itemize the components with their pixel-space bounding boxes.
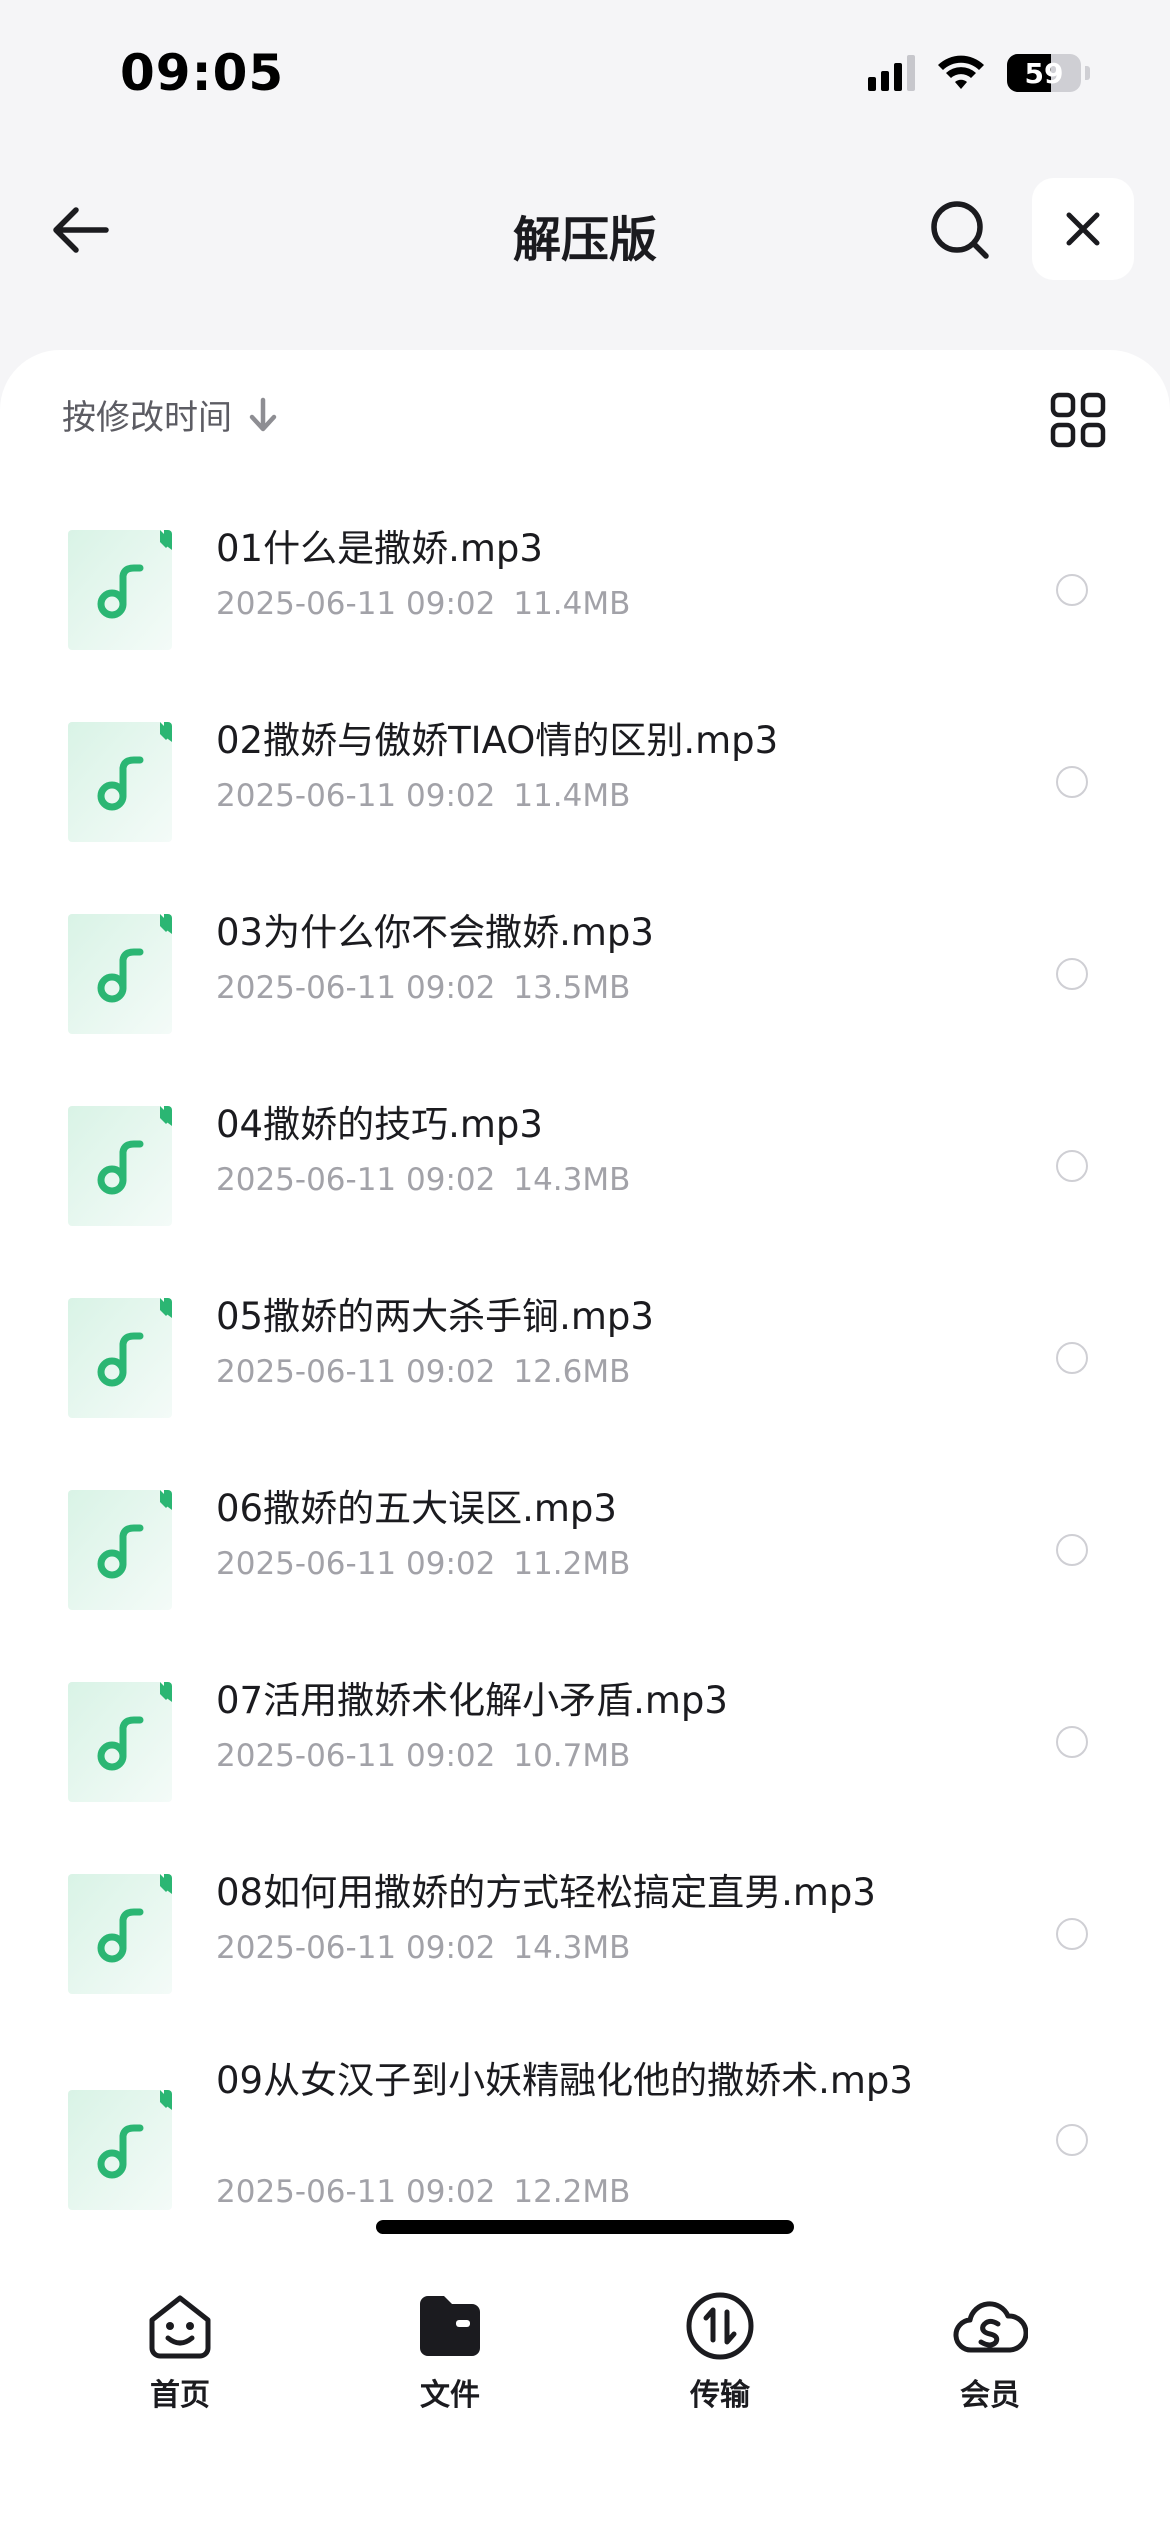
- search-button[interactable]: [920, 190, 1000, 270]
- file-meta: 2025-06-11 09:02 14.3MB: [216, 1162, 630, 1198]
- nav-home[interactable]: 首页: [105, 2290, 255, 2420]
- nav-vip-label: 会员: [960, 2378, 1020, 2413]
- folder-icon: [420, 2296, 480, 2356]
- sort-label: 按修改时间: [62, 398, 232, 438]
- nav-transfer[interactable]: 传输: [645, 2290, 795, 2420]
- battery-level: 59: [1024, 56, 1064, 90]
- file-size: 10.7MB: [513, 1738, 631, 1774]
- file-row[interactable]: 06撒娇的五大误区.mp3 2025-06-11 09:02 11.2MB: [0, 1452, 1170, 1642]
- file-date: 2025-06-11 09:02: [216, 1930, 496, 1966]
- file-size: 11.2MB: [513, 1546, 631, 1582]
- bottom-nav: 首页 文件 传输 会员: [0, 2270, 1170, 2532]
- file-name: 09从女汉子到小妖精融化他的撒娇术.mp3: [216, 2059, 913, 2102]
- cellular-signal-icon: [868, 55, 915, 91]
- status-bar: 09:05 59: [0, 0, 1170, 150]
- select-checkbox[interactable]: [1056, 766, 1088, 798]
- file-date: 2025-06-11 09:02: [216, 2174, 496, 2210]
- nav-vip[interactable]: 会员: [915, 2290, 1065, 2420]
- file-name: 02撒娇与傲娇TIAO情的区别.mp3: [216, 719, 779, 762]
- wifi-icon: [938, 55, 984, 89]
- audio-file-icon: [68, 530, 172, 650]
- file-size: 12.2MB: [513, 2174, 631, 2210]
- file-name: 03为什么你不会撒娇.mp3: [216, 911, 654, 954]
- file-meta: 2025-06-11 09:02 14.3MB: [216, 1930, 630, 1966]
- home-smile-icon: [149, 2295, 211, 2359]
- header: 解压版: [0, 170, 1170, 290]
- grid-view-button[interactable]: [1050, 392, 1110, 452]
- select-checkbox[interactable]: [1056, 574, 1088, 606]
- file-meta: 2025-06-11 09:02 11.4MB: [216, 778, 630, 814]
- file-name: 06撒娇的五大误区.mp3: [216, 1487, 617, 1530]
- nav-files-label: 文件: [420, 2378, 480, 2413]
- select-checkbox[interactable]: [1056, 2124, 1088, 2156]
- file-size: 14.3MB: [513, 1162, 631, 1198]
- audio-file-icon: [68, 722, 172, 842]
- grid-view-icon: [1050, 392, 1106, 448]
- file-meta: 2025-06-11 09:02 12.6MB: [216, 1354, 630, 1390]
- nav-transfer-label: 传输: [690, 2378, 750, 2413]
- battery-icon: 59: [1007, 54, 1081, 92]
- file-row[interactable]: 02撒娇与傲娇TIAO情的区别.mp3 2025-06-11 09:02 11.4M…: [0, 684, 1170, 874]
- close-button[interactable]: [1032, 178, 1134, 280]
- select-checkbox[interactable]: [1056, 1918, 1088, 1950]
- battery-tip: [1085, 66, 1090, 80]
- vip-cloud-icon: [953, 2301, 1028, 2353]
- audio-file-icon: [68, 1106, 172, 1226]
- select-checkbox[interactable]: [1056, 1534, 1088, 1566]
- file-list-panel: 按修改时间 01什么是撒娇.mp3 2025-06-11 09:02 11.4MB 0…: [0, 350, 1170, 2532]
- audio-file-icon: [68, 1874, 172, 1994]
- file-name: 01什么是撒娇.mp3: [216, 527, 543, 570]
- file-date: 2025-06-11 09:02: [216, 1354, 496, 1390]
- file-size: 11.4MB: [513, 586, 631, 622]
- file-date: 2025-06-11 09:02: [216, 1738, 496, 1774]
- close-icon: [1066, 212, 1100, 246]
- file-row[interactable]: 01什么是撒娇.mp3 2025-06-11 09:02 11.4MB: [0, 492, 1170, 682]
- select-checkbox[interactable]: [1056, 1150, 1088, 1182]
- file-size: 14.3MB: [513, 1930, 631, 1966]
- nav-files[interactable]: 文件: [375, 2290, 525, 2420]
- file-date: 2025-06-11 09:02: [216, 778, 496, 814]
- file-row[interactable]: 05撒娇的两大杀手锏.mp3 2025-06-11 09:02 12.6MB: [0, 1260, 1170, 1450]
- select-checkbox[interactable]: [1056, 958, 1088, 990]
- file-name: 08如何用撒娇的方式轻松搞定直男.mp3: [216, 1871, 876, 1914]
- file-name: 07活用撒娇术化解小矛盾.mp3: [216, 1679, 728, 1722]
- status-time: 09:05: [120, 44, 285, 102]
- file-date: 2025-06-11 09:02: [216, 970, 496, 1006]
- file-date: 2025-06-11 09:02: [216, 1162, 496, 1198]
- file-size: 12.6MB: [513, 1354, 631, 1390]
- sort-toggle[interactable]: 按修改时间: [62, 390, 278, 439]
- file-row[interactable]: 08如何用撒娇的方式轻松搞定直男.mp3 2025-06-11 09:02 14.3…: [0, 1836, 1170, 2026]
- file-meta: 2025-06-11 09:02 11.2MB: [216, 1546, 630, 1582]
- file-row[interactable]: 04撒娇的技巧.mp3 2025-06-11 09:02 14.3MB: [0, 1068, 1170, 1258]
- file-row[interactable]: 03为什么你不会撒娇.mp3 2025-06-11 09:02 13.5MB: [0, 876, 1170, 1066]
- file-name: 04撒娇的技巧.mp3: [216, 1103, 543, 1146]
- file-name: 05撒娇的两大杀手锏.mp3: [216, 1295, 654, 1338]
- audio-file-icon: [68, 1298, 172, 1418]
- nav-home-label: 首页: [150, 2378, 210, 2413]
- select-checkbox[interactable]: [1056, 1342, 1088, 1374]
- file-meta: 2025-06-11 09:02 11.4MB: [216, 586, 630, 622]
- transfer-icon: [686, 2292, 754, 2360]
- file-meta: 2025-06-11 09:02 12.2MB: [216, 2174, 630, 2210]
- search-icon: [931, 201, 989, 259]
- file-size: 11.4MB: [513, 778, 631, 814]
- file-meta: 2025-06-11 09:02 13.5MB: [216, 970, 630, 1006]
- audio-file-icon: [68, 1490, 172, 1610]
- select-checkbox[interactable]: [1056, 1726, 1088, 1758]
- file-date: 2025-06-11 09:02: [216, 1546, 496, 1582]
- file-date: 2025-06-11 09:02: [216, 586, 496, 622]
- audio-file-icon: [68, 1682, 172, 1802]
- status-icons: 59: [868, 54, 1090, 92]
- file-row[interactable]: 07活用撒娇术化解小矛盾.mp3 2025-06-11 09:02 10.7MB: [0, 1644, 1170, 1834]
- arrow-down-icon: [249, 397, 277, 431]
- file-size: 13.5MB: [513, 970, 631, 1006]
- audio-file-icon: [68, 914, 172, 1034]
- audio-file-icon: [68, 2090, 172, 2210]
- home-indicator[interactable]: [376, 2220, 794, 2234]
- file-meta: 2025-06-11 09:02 10.7MB: [216, 1738, 630, 1774]
